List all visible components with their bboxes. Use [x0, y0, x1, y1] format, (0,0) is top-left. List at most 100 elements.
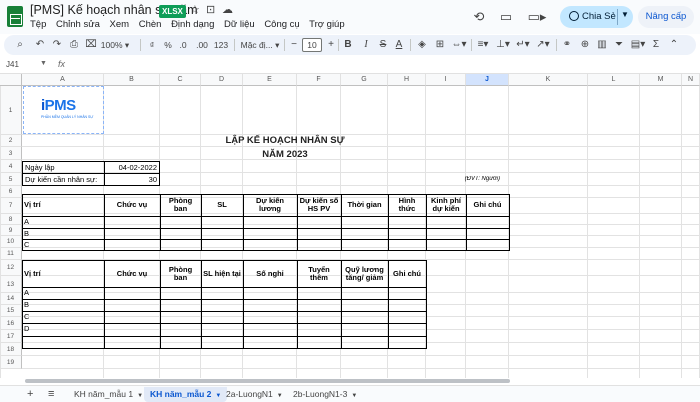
menu-edit[interactable]: Chỉnh sửa	[56, 19, 100, 30]
history-icon[interactable]: ⟲	[470, 8, 488, 26]
table-row-label[interactable]: C	[24, 312, 29, 321]
table-header-cell[interactable]: Hình thức	[390, 196, 424, 214]
functions-icon[interactable]: Σ	[650, 38, 662, 52]
table-header-cell[interactable]: Phòng ban	[162, 196, 199, 214]
currency-button[interactable]: ₫	[146, 38, 158, 52]
row-header[interactable]: 5	[0, 173, 22, 186]
font-size-increase-button[interactable]: +	[326, 38, 336, 52]
decrease-decimal-button[interactable]: .0	[177, 38, 189, 52]
redo-icon[interactable]: ↷	[51, 38, 63, 52]
table-header-cell[interactable]: Số nghỉ	[245, 262, 295, 285]
table-row-label[interactable]: C	[24, 240, 29, 249]
menu-insert[interactable]: Chèn	[139, 19, 162, 30]
table-header-cell[interactable]: Tuyển thêm	[299, 262, 339, 285]
tab-menu-icon[interactable]: ▼	[277, 393, 283, 399]
fill-color-icon[interactable]: ◈	[416, 38, 428, 52]
column-header[interactable]: I	[426, 74, 466, 86]
date-value[interactable]: 04-02-2022	[105, 163, 157, 172]
increase-decimal-button[interactable]: .00	[194, 38, 210, 52]
column-header[interactable]: M	[640, 74, 682, 86]
column-header[interactable]: L	[588, 74, 640, 86]
add-sheet-icon[interactable]: +	[27, 388, 33, 400]
menu-help[interactable]: Trợ giúp	[309, 19, 344, 30]
row-header[interactable]: 6	[0, 186, 22, 198]
row-header[interactable]: 15	[0, 305, 22, 317]
column-header[interactable]: J	[466, 74, 509, 86]
forecast-value[interactable]: 30	[105, 175, 157, 184]
table-header-cell[interactable]: Dự kiến lương	[245, 196, 295, 214]
font-size-decrease-button[interactable]: −	[289, 38, 299, 52]
text-wrap-icon[interactable]: ↵▾	[515, 38, 531, 52]
cloud-status-icon[interactable]: ☁	[222, 3, 233, 16]
tab-kh-nam-mau-1[interactable]: KH năm_mẫu 1 ▼	[68, 387, 149, 402]
column-header[interactable]: C	[160, 74, 201, 86]
row-header[interactable]: 17	[0, 330, 22, 343]
row-header[interactable]: 1	[0, 86, 22, 135]
table-header-cell[interactable]: SL hiện tại	[203, 262, 241, 285]
paint-format-icon[interactable]: ⌧	[85, 38, 97, 52]
menu-format[interactable]: Định dạng	[171, 19, 214, 30]
tab-menu-icon[interactable]: ▼	[137, 393, 143, 399]
table-header-cell[interactable]: Thời gian	[343, 196, 386, 214]
table-header-cell[interactable]: Dự kiến số HS PV	[299, 196, 339, 214]
borders-icon[interactable]: ⊞	[434, 38, 446, 52]
select-all-corner[interactable]	[0, 74, 22, 86]
table-header-cell[interactable]: Ghi chú	[468, 196, 507, 214]
tab-2b-luongn1-3[interactable]: 2b-LuongN1-3 ▼	[287, 387, 363, 402]
meet-icon[interactable]: ▭▸	[525, 8, 549, 26]
column-header[interactable]: F	[297, 74, 341, 86]
text-rotation-icon[interactable]: ↗▾	[535, 38, 551, 52]
column-header[interactable]: D	[201, 74, 243, 86]
percent-button[interactable]: %	[162, 38, 174, 52]
horizontal-scrollbar[interactable]	[0, 378, 700, 384]
font-size-input[interactable]: 10	[302, 38, 322, 52]
row-header[interactable]: 14	[0, 293, 22, 305]
table-header-cell[interactable]: SL	[203, 196, 241, 214]
row-header[interactable]: 10	[0, 236, 22, 248]
row-header[interactable]: 12	[0, 260, 22, 276]
move-folder-icon[interactable]: ⊡	[206, 3, 215, 16]
table-header-cell[interactable]: Chức vụ	[106, 196, 158, 214]
all-sheets-icon[interactable]: ≡	[48, 388, 54, 400]
table-header-cell[interactable]: Kinh phí dự kiến	[428, 196, 464, 214]
table-header-cell[interactable]: Vị trí	[24, 262, 102, 285]
insert-link-icon[interactable]: ⚭	[561, 38, 573, 52]
menu-file[interactable]: Tệp	[30, 19, 46, 30]
column-header[interactable]: B	[104, 74, 160, 86]
row-header[interactable]: 8	[0, 214, 22, 225]
table-row-label[interactable]: A	[24, 288, 29, 297]
menu-view[interactable]: Xem	[110, 19, 130, 30]
table-row-label[interactable]: B	[24, 300, 29, 309]
table-header-cell[interactable]: Ghi chú	[390, 262, 424, 285]
text-color-button[interactable]: A	[394, 38, 404, 52]
column-header[interactable]: G	[341, 74, 388, 86]
share-dropdown-icon[interactable]: ▼	[621, 10, 629, 19]
print-icon[interactable]: ⎙	[68, 38, 80, 52]
share-button[interactable]: Chia Sẻ ▼	[560, 6, 633, 28]
row-header[interactable]: 19	[0, 356, 22, 369]
insert-chart-icon[interactable]: ▥	[596, 38, 608, 52]
row-header[interactable]: 2	[0, 135, 22, 147]
table-row-label[interactable]: B	[24, 229, 29, 238]
star-icon[interactable]: ☆	[190, 3, 200, 16]
menu-data[interactable]: Dữ liệu	[224, 19, 255, 30]
column-header[interactable]: A	[22, 74, 104, 86]
column-header[interactable]: H	[388, 74, 426, 86]
row-header[interactable]: 11	[0, 248, 22, 260]
tab-menu-icon[interactable]: ▼	[351, 393, 357, 399]
strikethrough-button[interactable]: S	[378, 38, 388, 52]
spreadsheet-grid[interactable]: ABCDEFGHIJKLMNO 123456789101112131415161…	[0, 74, 700, 380]
number-format-button[interactable]: 123	[213, 38, 229, 52]
column-header[interactable]: K	[509, 74, 588, 86]
bold-button[interactable]: B	[343, 38, 353, 52]
column-header[interactable]: N	[682, 74, 700, 86]
font-family-select[interactable]: Mặc đị... ▾	[238, 38, 282, 52]
collapse-toolbar-icon[interactable]: ⌃	[668, 38, 680, 52]
undo-icon[interactable]: ↶	[34, 38, 46, 52]
table-header-cell[interactable]: Quỹ lương tăng/ giảm	[343, 262, 386, 285]
name-box[interactable]: J41	[6, 60, 19, 69]
row-header[interactable]: 9	[0, 225, 22, 236]
row-header[interactable]: 7	[0, 198, 22, 214]
comment-icon[interactable]: ▭	[497, 8, 515, 26]
tab-2a-luongn1[interactable]: 2a-LuongN1 ▼	[220, 387, 289, 402]
